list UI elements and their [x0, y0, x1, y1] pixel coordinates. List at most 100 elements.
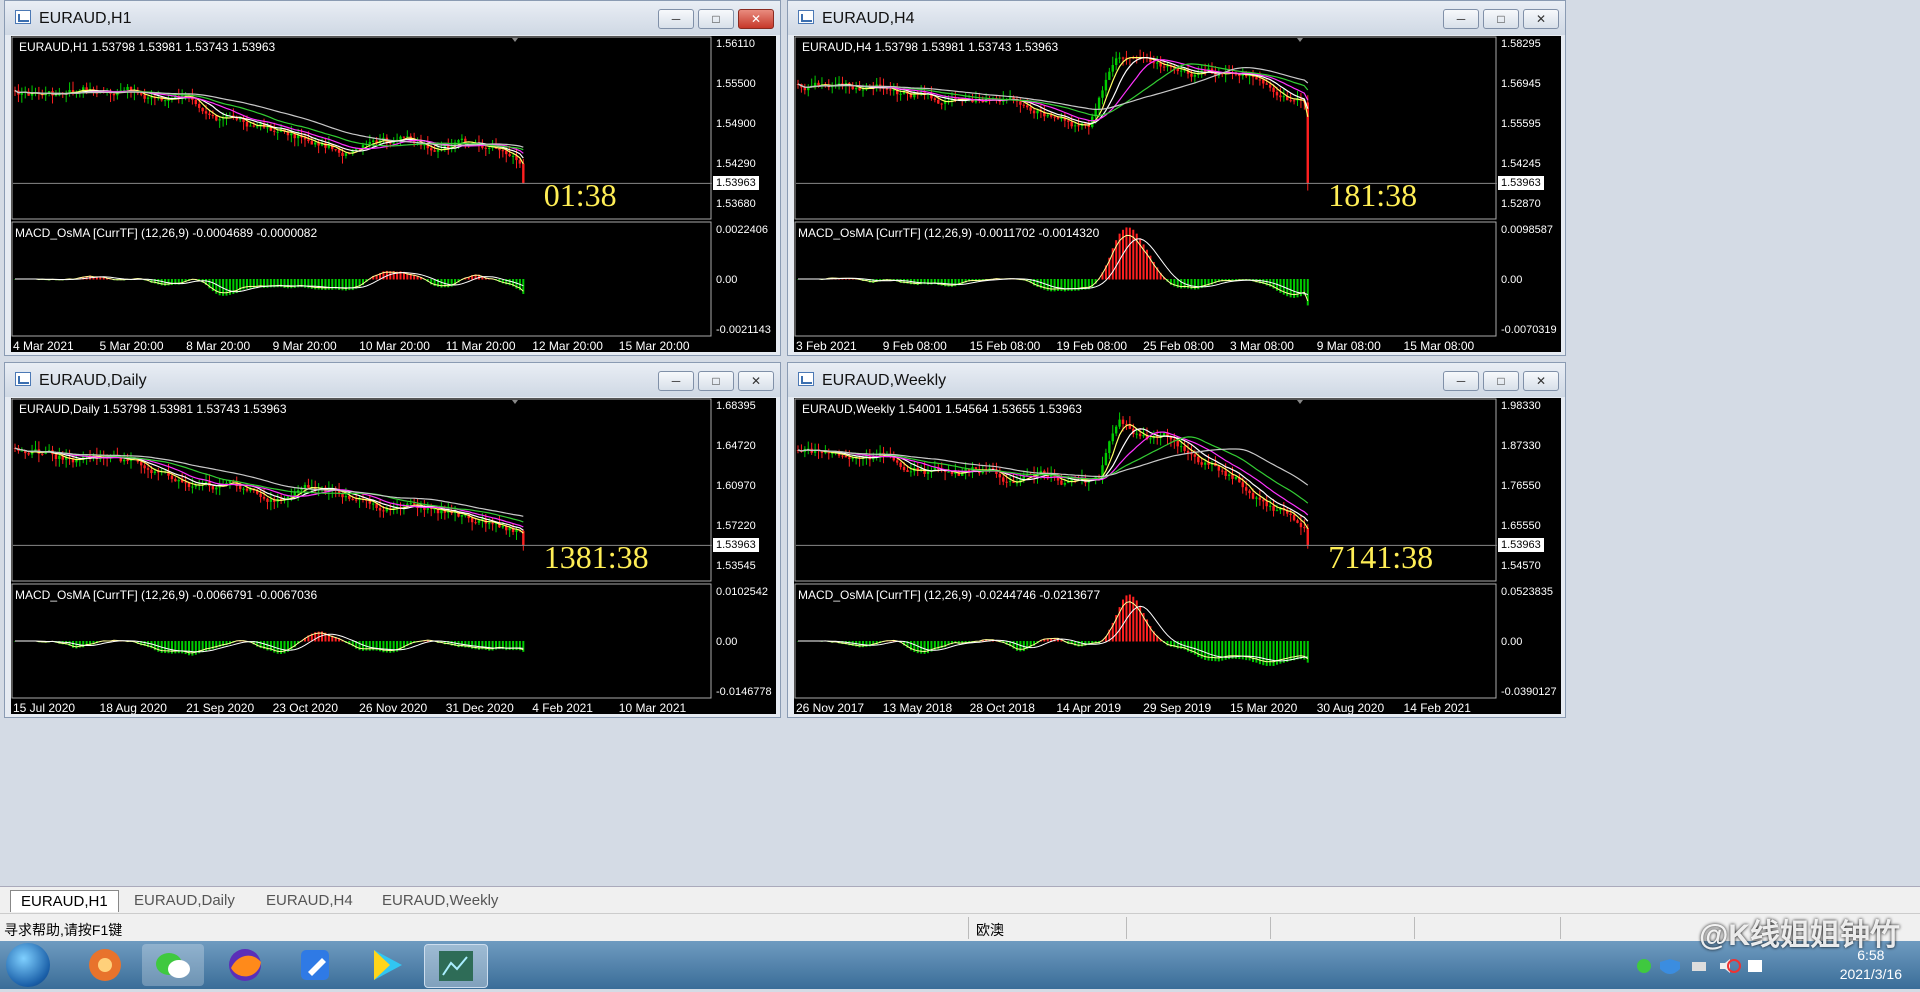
- candle-body: [344, 153, 348, 156]
- chart-window-h4[interactable]: EURAUD,H4 ─ □ ✕ EURAUD,H4 1.53798 1.5398…: [787, 0, 1566, 356]
- candle-body: [184, 482, 187, 484]
- start-orb-icon[interactable]: [6, 943, 50, 987]
- ohlc-readout: EURAUD,Daily 1.53798 1.53981 1.53743 1.5…: [19, 402, 287, 416]
- notes-app-icon[interactable]: [284, 944, 346, 986]
- tab-euraud-weekly[interactable]: EURAUD,Weekly: [372, 890, 508, 911]
- time-axis-label: 30 Aug 2020: [1316, 701, 1385, 714]
- candle-body: [477, 520, 481, 523]
- macd-signal-line: [15, 271, 524, 294]
- candle-body: [1111, 433, 1114, 442]
- candle-body: [1200, 462, 1203, 465]
- time-axis-label: 26 Nov 2017: [796, 701, 865, 714]
- candle-body: [1149, 438, 1152, 440]
- candle-body: [293, 492, 296, 497]
- price-axis-tick: 1.68395: [716, 400, 756, 412]
- candle-body: [1183, 446, 1186, 451]
- candle-body: [902, 467, 906, 471]
- shield-icon: [1660, 959, 1680, 974]
- candle-body: [337, 149, 341, 153]
- candle-body: [174, 479, 177, 482]
- price-axis-tick: 1.54900: [716, 118, 756, 130]
- maximize-button[interactable]: □: [1483, 9, 1519, 29]
- candle-body: [1142, 434, 1145, 437]
- chart-window-daily[interactable]: EURAUD,Daily ─ □ ✕ EURAUD,Daily 1.53798 …: [4, 362, 781, 718]
- chart-canvas[interactable]: [11, 398, 776, 714]
- chart-area-h4[interactable]: EURAUD,H4 1.53798 1.53981 1.53743 1.5396…: [794, 36, 1561, 352]
- candle-body: [249, 125, 252, 127]
- close-button[interactable]: ✕: [1523, 371, 1559, 391]
- tab-euraud-h1[interactable]: EURAUD,H1: [10, 890, 119, 912]
- chart-area-weekly[interactable]: EURAUD,Weekly 1.54001 1.54564 1.53655 1.…: [794, 398, 1561, 714]
- candle-body: [1234, 477, 1238, 479]
- candle-body: [1026, 105, 1029, 108]
- tab-euraud-h4[interactable]: EURAUD,H4: [256, 890, 363, 911]
- current-price-label: 1.53963: [713, 176, 759, 191]
- close-button[interactable]: ✕: [738, 371, 774, 391]
- chart-canvas[interactable]: [794, 398, 1561, 714]
- macd-label: MACD_OsMA [CurrTF] (12,26,9) -0.0066791 …: [15, 588, 318, 602]
- minimize-button[interactable]: ─: [658, 9, 694, 29]
- firefox-icon[interactable]: [214, 944, 276, 986]
- close-button[interactable]: ✕: [738, 9, 774, 29]
- chart-area-h1[interactable]: EURAUD,H1 1.53798 1.53981 1.53743 1.5396…: [11, 36, 776, 352]
- maximize-button[interactable]: □: [698, 371, 734, 391]
- price-axis-tick: 1.55595: [1501, 118, 1541, 130]
- candle-body: [906, 470, 909, 472]
- close-button[interactable]: ✕: [1523, 9, 1559, 29]
- video-app-icon[interactable]: [354, 944, 416, 986]
- maximize-button[interactable]: □: [1483, 371, 1519, 391]
- chart-window-weekly[interactable]: EURAUD,Weekly ─ □ ✕ EURAUD,Weekly 1.5400…: [787, 362, 1566, 718]
- candle-body: [58, 455, 61, 459]
- time-axis-label: 18 Aug 2020: [99, 701, 167, 714]
- candle-body: [1179, 446, 1183, 448]
- candle-body: [940, 103, 943, 105]
- clock-date: 2021/3/16: [1839, 966, 1902, 982]
- minimize-button[interactable]: ─: [1443, 9, 1479, 29]
- shift-marker: [1297, 400, 1303, 404]
- taskbar: 6:58 2021/3/16: [0, 941, 1920, 989]
- candle-body: [974, 467, 978, 470]
- window-titlebar[interactable]: EURAUD,H4 ─ □ ✕: [788, 1, 1565, 35]
- time-axis-label: 4 Feb 2021: [532, 701, 593, 714]
- window-titlebar[interactable]: EURAUD,H1 ─ □ ✕: [5, 1, 780, 35]
- media-app-icon[interactable]: [74, 944, 136, 986]
- chart-area-daily[interactable]: EURAUD,Daily 1.53798 1.53981 1.53743 1.5…: [11, 398, 776, 714]
- window-titlebar[interactable]: EURAUD,Weekly ─ □ ✕: [788, 363, 1565, 397]
- tab-euraud-daily[interactable]: EURAUD,Daily: [124, 890, 245, 911]
- candle-body: [1022, 104, 1026, 106]
- wechat-icon[interactable]: [142, 944, 204, 986]
- candle-body: [218, 119, 221, 121]
- metatrader-app-icon[interactable]: [424, 944, 488, 988]
- macd-histogram-bar: [1019, 641, 1022, 652]
- minimize-button[interactable]: ─: [1443, 371, 1479, 391]
- macd-axis-tick: 0.0098587: [1501, 224, 1553, 236]
- moving-average-line: [797, 57, 1309, 126]
- candle-body: [460, 514, 464, 517]
- time-axis-label: 19 Feb 08:00: [1056, 339, 1128, 352]
- candle-body: [440, 509, 443, 514]
- price-axis-tick: 1.56945: [1501, 78, 1541, 90]
- moving-average-line: [14, 89, 524, 148]
- candle-body: [491, 523, 494, 525]
- candle-body: [1152, 62, 1156, 64]
- candle-body: [194, 99, 198, 105]
- chart-canvas[interactable]: [794, 36, 1561, 352]
- candle-body: [813, 82, 817, 86]
- candle-body: [307, 484, 310, 488]
- candle-body: [310, 141, 314, 145]
- minimize-button[interactable]: ─: [658, 371, 694, 391]
- maximize-button[interactable]: □: [698, 9, 734, 29]
- candle-body: [256, 126, 259, 128]
- chart-tab-bar: EURAUD,H1 EURAUD,Daily EURAUD,H4 EURAUD,…: [0, 886, 1920, 913]
- candle-body: [314, 142, 317, 145]
- candle-body: [1077, 125, 1080, 127]
- window-titlebar[interactable]: EURAUD,Daily ─ □ ✕: [5, 363, 780, 397]
- candle-body: [41, 453, 44, 455]
- candle-body: [1166, 66, 1169, 68]
- chart-window-h1[interactable]: EURAUD,H1 ─ □ ✕ EURAUD,H1 1.53798 1.5398…: [4, 0, 781, 356]
- candle-body: [1060, 480, 1063, 485]
- time-axis-label: 15 Mar 20:00: [618, 339, 690, 352]
- candle-body: [126, 459, 129, 462]
- candle-body: [1203, 462, 1207, 465]
- chart-canvas[interactable]: [11, 36, 776, 352]
